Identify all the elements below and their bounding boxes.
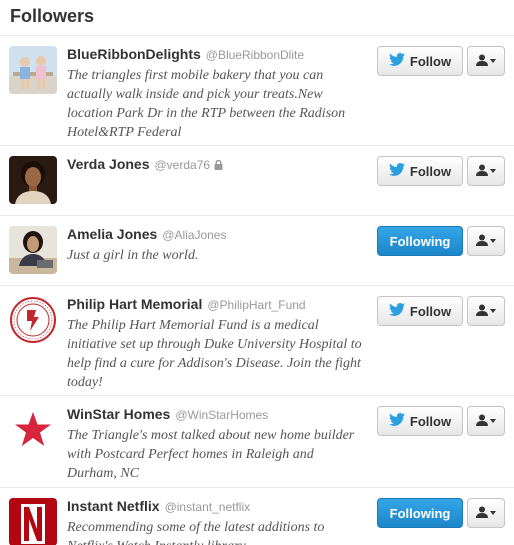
user-actions-dropdown[interactable] [467,226,505,256]
follower-name[interactable]: Verda Jones [67,156,150,172]
lock-icon [214,156,223,176]
follower-handle[interactable]: @instant_netflix [165,500,251,514]
follow-button-label: Follow [409,303,452,319]
follow-button[interactable]: Follow [377,46,463,76]
follower-bio: The Triangle's most talked about new hom… [67,428,355,481]
user-actions-dropdown[interactable] [467,406,505,436]
user-icon [476,414,488,429]
follow-button[interactable]: Follow [377,406,463,436]
list-item: Instant Netflix @instant_netflix Recommen… [0,488,514,545]
user-icon [476,304,488,319]
follower-handle[interactable]: @verda76 [155,158,211,172]
user-actions-dropdown[interactable] [467,46,505,76]
follow-button[interactable]: Follow [377,296,463,326]
chevron-down-icon [490,419,496,423]
follower-handle[interactable]: @PhilipHart_Fund [207,298,305,312]
avatar[interactable] [9,46,57,94]
followers-header: Followers [0,0,514,36]
chevron-down-icon [490,169,496,173]
following-button-label: Following [389,233,451,249]
follow-button-label: Follow [409,53,452,69]
chevron-down-icon [490,239,496,243]
follower-handle[interactable]: @WinStarHomes [175,408,268,422]
follower-handle[interactable]: @BlueRibbonDlite [206,48,304,62]
follower-name[interactable]: Philip Hart Memorial [67,296,202,312]
follower-handle[interactable]: @AliaJones [162,228,226,242]
follower-bio: The triangles first mobile bakery that y… [67,68,346,140]
bird-icon [388,53,405,69]
list-item: Amelia Jones @AliaJones Just a girl in th… [0,216,514,286]
avatar[interactable] [9,498,57,545]
following-button[interactable]: Following [377,226,463,256]
avatar[interactable] [9,156,57,204]
follower-bio: Recommending some of the latest addition… [67,520,325,545]
follower-name[interactable]: BlueRibbonDelights [67,46,201,62]
user-actions-dropdown[interactable] [467,296,505,326]
list-item: WinStar Homes @WinStarHomes The Triangle'… [0,396,514,488]
avatar[interactable] [9,406,57,454]
bird-icon [388,303,405,319]
chevron-down-icon [490,511,496,515]
follow-button[interactable]: Follow [377,156,463,186]
list-item: Philip Hart Memorial @PhilipHart_Fund The… [0,286,514,396]
chevron-down-icon [490,309,496,313]
user-icon [476,54,488,69]
following-button-label: Following [389,505,451,521]
follow-button-label: Follow [409,163,452,179]
user-actions-dropdown[interactable] [467,498,505,528]
follower-bio: The Philip Hart Memorial Fund is a medic… [67,318,362,390]
avatar[interactable] [9,296,57,344]
avatar[interactable] [9,226,57,274]
follower-name[interactable]: Instant Netflix [67,498,160,514]
bird-icon [388,163,405,179]
user-actions-dropdown[interactable] [467,156,505,186]
following-button[interactable]: Following [377,498,463,528]
user-icon [476,506,488,521]
follower-name[interactable]: WinStar Homes [67,406,170,422]
follower-name[interactable]: Amelia Jones [67,226,157,242]
user-icon [476,234,488,249]
list-item: BlueRibbonDelights @BlueRibbonDlite The t… [0,36,514,146]
list-item: Verda Jones @verda76 Follow [0,146,514,216]
user-icon [476,164,488,179]
follower-bio: Just a girl in the world. [67,248,199,263]
follow-button-label: Follow [409,413,452,429]
page-title: Followers [10,6,95,26]
bird-icon [388,413,405,429]
chevron-down-icon [490,59,496,63]
